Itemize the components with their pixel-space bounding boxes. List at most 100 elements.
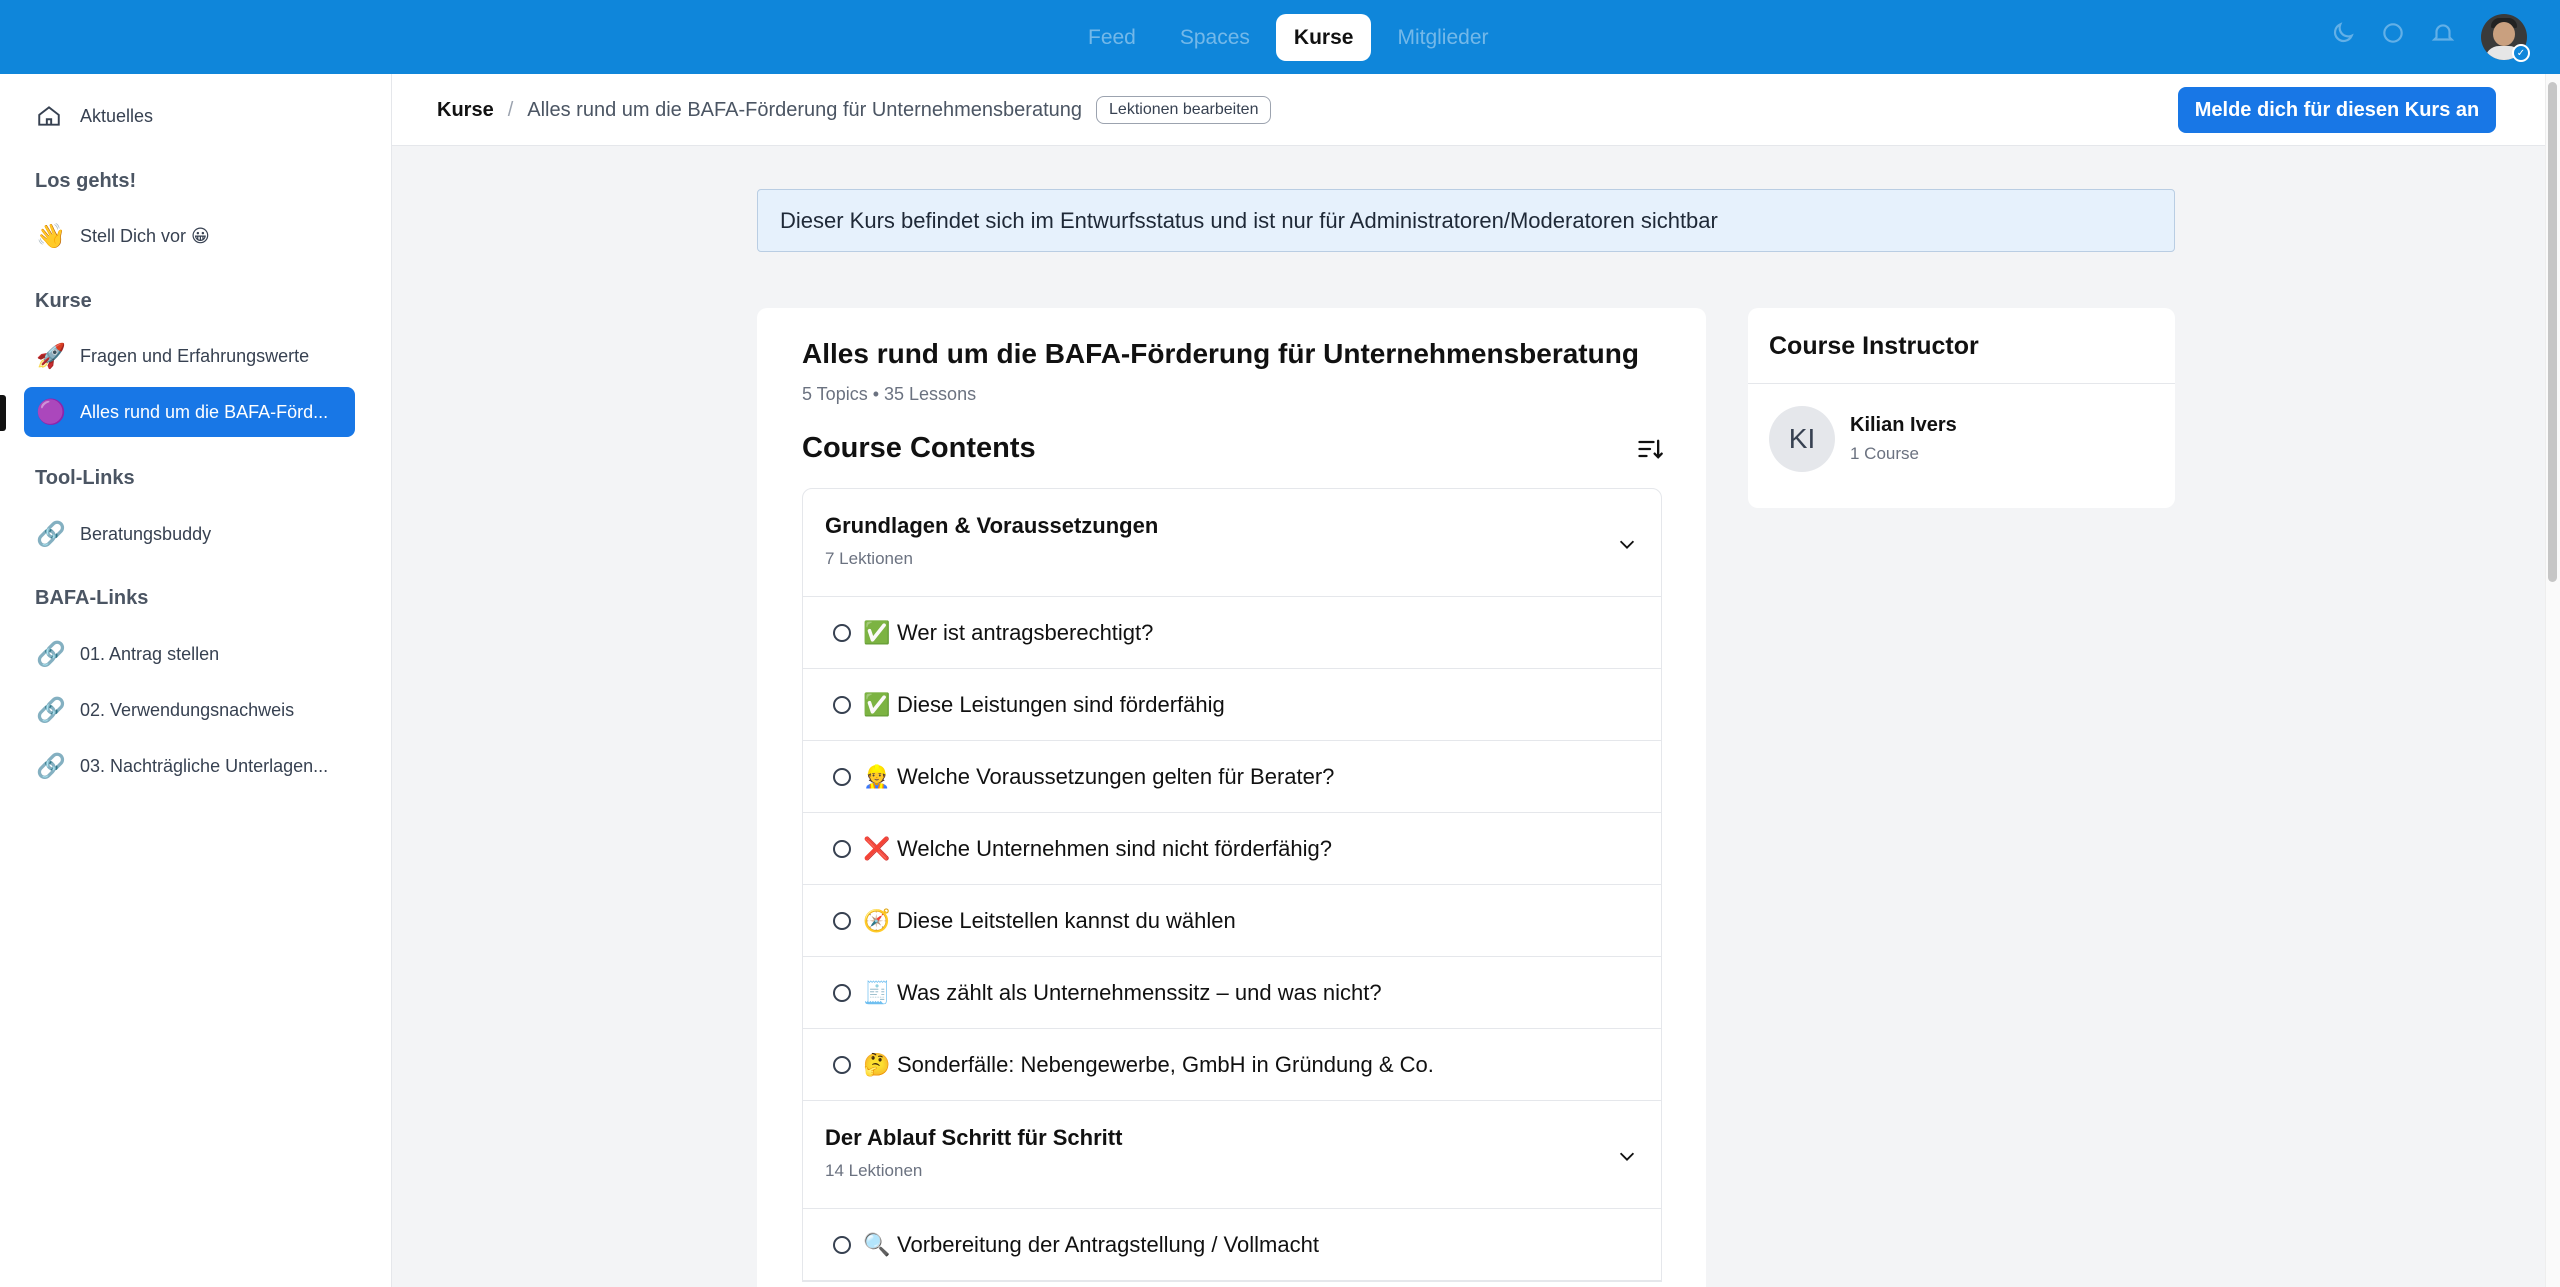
sidebar-item-stell-dich-vor[interactable]: 👋 Stell Dich vor 😀 [24, 211, 355, 261]
top-icons [2330, 20, 2456, 46]
instructor-name[interactable]: Kilian Ivers [1850, 414, 1957, 437]
lesson-item[interactable]: 👷 Welche Voraussetzungen gelten für Berat… [803, 741, 1661, 813]
sidebar-item-label: Beratungsbuddy [80, 523, 212, 544]
sidebar-item-antrag-stellen[interactable]: 🔗 01. Antrag stellen [24, 629, 355, 679]
lesson-status-radio [833, 1235, 851, 1254]
link-icon: 🔗 [36, 640, 66, 668]
course-title: Alles rund um die BAFA-Förderung für Unt… [802, 338, 1639, 369]
sidebar-item-label: Alles rund um die BAFA-Förd... [80, 401, 329, 422]
lesson-title: Was zählt als Unternehmenssitz – und was… [897, 979, 1382, 1005]
course-meta: 5 Topics • 35 Lessons [802, 384, 977, 404]
lesson-status-radio [833, 983, 851, 1002]
tab-feed[interactable]: Feed [1070, 14, 1154, 61]
draft-notice: Dieser Kurs befindet sich im Entwurfssta… [757, 189, 2175, 252]
course-header: Kurse / Alles rund um die BAFA-Förderung… [392, 74, 2545, 146]
topic-title: Der Ablauf Schritt für Schritt [825, 1125, 1123, 1150]
top-navigation-bar: Feed Spaces Kurse Mitglieder [0, 0, 2560, 74]
course-card: Alles rund um die BAFA-Förderung für Unt… [757, 308, 1706, 1287]
lesson-status-radio [833, 911, 851, 930]
link-icon: 🔗 [36, 520, 66, 548]
lesson-status-radio [833, 767, 851, 786]
course-contents-title: Course Contents [802, 432, 1036, 464]
lesson-item[interactable]: 🧭 Diese Leitstellen kannst du wählen [803, 885, 1661, 957]
lesson-item[interactable]: ✅ Wer ist antragsberechtigt? [803, 597, 1661, 669]
lesson-title: Diese Leistungen sind förderfähig [897, 691, 1225, 717]
sidebar-heading-kurse: Kurse [35, 290, 92, 312]
instructor-avatar[interactable]: KI [1769, 406, 1835, 472]
topic-header[interactable]: Grundlagen & Voraussetzungen 7 Lektionen [803, 489, 1661, 597]
cross-mark-icon: ❌ [863, 835, 891, 861]
instructor-heading: Course Instructor [1769, 332, 1979, 360]
lesson-title: Welche Voraussetzungen gelten für Berate… [897, 763, 1335, 789]
lesson-title: Diese Leitstellen kannst du wählen [897, 907, 1236, 933]
sidebar-heading-los-gehts: Los gehts! [35, 170, 137, 192]
check-mark-icon: ✅ [863, 619, 891, 645]
lesson-status-radio [833, 1055, 851, 1074]
topic-lesson-count: 14 Lektionen [825, 1161, 923, 1180]
sort-icon[interactable] [1636, 435, 1664, 463]
avatar-status-badge: ✓ [2512, 44, 2530, 62]
sidebar-item-label: Aktuelles [80, 105, 154, 126]
moon-icon[interactable] [2330, 20, 2356, 46]
instructor-card: Course Instructor KI Kilian Ivers 1 Cour… [1748, 308, 2175, 508]
magnifier-icon: 🔍 [863, 1231, 891, 1257]
rocket-icon: 🚀 [36, 342, 66, 370]
lesson-title: Welche Unternehmen sind nicht förderfähi… [897, 835, 1332, 861]
topic-title: Grundlagen & Voraussetzungen [825, 513, 1159, 538]
sidebar-heading-bafa-links: BAFA-Links [35, 587, 149, 609]
sidebar-item-aktuelles[interactable]: Aktuelles [24, 91, 355, 141]
lesson-item[interactable]: 🤔 Sonderfälle: Nebengewerbe, GmbH in Grün… [803, 1029, 1661, 1101]
chat-icon[interactable] [2380, 20, 2406, 46]
receipt-icon: 🧾 [863, 979, 891, 1005]
chevron-down-icon[interactable] [1616, 533, 1638, 555]
sidebar-item-label: 02. Verwendungsnachweis [80, 699, 295, 720]
course-contents-list: Grundlagen & Voraussetzungen 7 Lektionen… [802, 488, 1662, 1282]
topic-header[interactable]: Der Ablauf Schritt für Schritt 14 Lektio… [803, 1101, 1661, 1209]
breadcrumb-current: Alles rund um die BAFA-Förderung für Unt… [527, 98, 1083, 121]
breadcrumb-separator: / [507, 98, 514, 121]
sidebar-item-fragen[interactable]: 🚀 Fragen und Erfahrungswerte [24, 331, 355, 381]
topic-lesson-count: 7 Lektionen [825, 549, 913, 568]
sidebar-item-verwendungsnachweis[interactable]: 🔗 02. Verwendungsnachweis [24, 685, 355, 735]
lesson-status-radio [833, 839, 851, 858]
sidebar-item-label: Fragen und Erfahrungswerte [80, 345, 310, 366]
breadcrumb-root[interactable]: Kurse [437, 99, 494, 122]
tab-spaces[interactable]: Spaces [1162, 14, 1268, 61]
link-icon: 🔗 [36, 696, 66, 724]
link-icon: 🔗 [36, 752, 66, 780]
sidebar-item-nachtraegliche-unterlagen[interactable]: 🔗 03. Nachträgliche Unterlagen... [24, 741, 355, 791]
lesson-title: Vorbereitung der Antragstellung / Vollma… [897, 1231, 1319, 1257]
lesson-item[interactable]: 🧾 Was zählt als Unternehmenssitz – und wa… [803, 957, 1661, 1029]
check-mark-icon: ✅ [863, 691, 891, 717]
sidebar-item-label: 01. Antrag stellen [80, 643, 220, 664]
waving-hand-icon: 👋 [36, 222, 66, 250]
sidebar-item-bafa-kurs[interactable]: 🟣 Alles rund um die BAFA-Förd... [24, 387, 355, 437]
enroll-button[interactable]: Melde dich für diesen Kurs an [2178, 87, 2496, 133]
home-icon [36, 103, 66, 129]
lesson-item[interactable]: ❌ Welche Unternehmen sind nicht förderfäh… [803, 813, 1661, 885]
sidebar-item-label: Stell Dich vor 😀 [80, 225, 210, 246]
tab-kurse[interactable]: Kurse [1275, 14, 1372, 61]
tab-mitglieder[interactable]: Mitglieder [1379, 14, 1506, 61]
edit-lessons-button[interactable]: Lektionen bearbeiten [1096, 96, 1272, 124]
lesson-status-radio [833, 695, 851, 714]
divider [1748, 383, 2175, 384]
compass-icon: 🧭 [863, 907, 891, 933]
bell-icon[interactable] [2430, 20, 2456, 46]
sidebar-heading-tool-links: Tool-Links [35, 467, 135, 489]
lesson-item[interactable]: ✅ Diese Leistungen sind förderfähig [803, 669, 1661, 741]
chevron-down-icon[interactable] [1616, 1145, 1638, 1167]
lesson-title: Wer ist antragsberechtigt? [897, 619, 1154, 645]
active-indicator [0, 395, 6, 431]
purple-circle-icon: 🟣 [36, 398, 66, 426]
lesson-title: Sonderfälle: Nebengewerbe, GmbH in Gründ… [897, 1051, 1434, 1077]
sidebar: Aktuelles Los gehts! 👋 Stell Dich vor 😀 … [0, 74, 392, 1287]
sidebar-item-label: 03. Nachträgliche Unterlagen... [80, 755, 329, 776]
main-nav: Feed Spaces Kurse Mitglieder [1070, 14, 1515, 61]
instructor-course-count: 1 Course [1850, 444, 1919, 463]
lesson-item[interactable]: 🔍 Vorbereitung der Antragstellung / Vollm… [803, 1209, 1661, 1281]
thinking-face-icon: 🤔 [863, 1051, 891, 1077]
sidebar-item-beratungsbuddy[interactable]: 🔗 Beratungsbuddy [24, 509, 355, 559]
breadcrumb: Kurse / Alles rund um die BAFA-Förderung… [437, 96, 1272, 124]
scrollbar-thumb[interactable] [2548, 82, 2557, 582]
